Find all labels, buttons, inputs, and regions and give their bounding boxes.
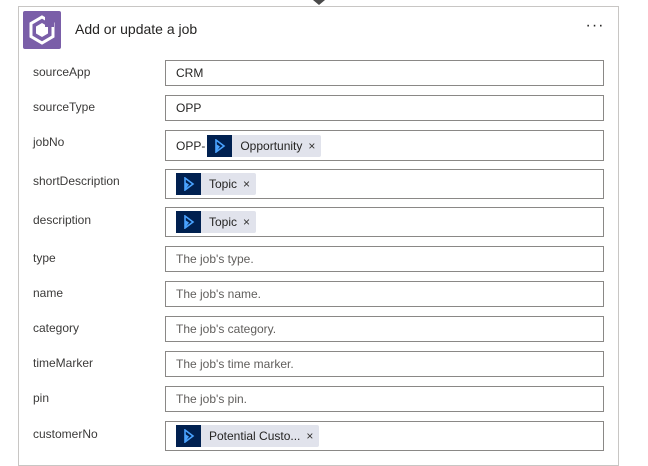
description-input[interactable]: Topic ×: [165, 207, 604, 237]
jobNo-prefix: OPP-: [176, 138, 206, 153]
field-label-category: category: [33, 321, 80, 335]
name-input[interactable]: The job's name.: [165, 281, 604, 307]
action-card: Add or update a job ··· sourceApp CRM so…: [18, 6, 619, 466]
customerNo-input[interactable]: Potential Custo... ×: [165, 421, 604, 451]
remove-token-icon[interactable]: ×: [306, 429, 319, 443]
field-label-sourceType: sourceType: [33, 100, 96, 114]
pin-placeholder: The job's pin.: [176, 392, 247, 406]
shortDescription-input[interactable]: Topic ×: [165, 169, 604, 199]
dynamics-icon: [176, 425, 201, 447]
field-label-sourceApp: sourceApp: [33, 65, 91, 79]
timeMarker-placeholder: The job's time marker.: [176, 357, 294, 371]
sourceApp-input[interactable]: CRM: [165, 60, 604, 86]
type-input[interactable]: The job's type.: [165, 246, 604, 272]
sourceApp-value: CRM: [176, 66, 204, 80]
field-label-customerNo: customerNo: [33, 427, 98, 441]
more-options-button[interactable]: ···: [582, 15, 608, 41]
remove-token-icon[interactable]: ×: [243, 177, 256, 191]
pin-input[interactable]: The job's pin.: [165, 386, 604, 412]
field-label-timeMarker: timeMarker: [33, 356, 94, 370]
field-label-shortDescription: shortDescription: [33, 174, 120, 188]
sourceType-value: OPP: [176, 101, 202, 115]
category-placeholder: The job's category.: [176, 322, 277, 336]
dynamic-content-token[interactable]: Opportunity ×: [207, 134, 322, 157]
token-label: Topic: [209, 177, 238, 191]
token-label: Potential Custo...: [209, 429, 301, 443]
field-label-description: description: [33, 213, 92, 227]
dynamic-content-token[interactable]: Potential Custo... ×: [176, 425, 320, 447]
remove-token-icon[interactable]: ×: [308, 139, 321, 153]
dynamics-icon: [207, 134, 233, 157]
remove-token-icon[interactable]: ×: [243, 215, 256, 229]
dynamic-content-token[interactable]: Topic ×: [176, 211, 257, 233]
field-label-jobNo: jobNo: [33, 135, 65, 149]
card-header[interactable]: Add or update a job ···: [19, 7, 618, 53]
name-placeholder: The job's name.: [176, 287, 262, 301]
dynamic-content-token[interactable]: Topic ×: [176, 173, 257, 195]
token-label: Opportunity: [240, 138, 303, 153]
field-label-pin: pin: [33, 391, 50, 405]
token-label: Topic: [209, 215, 238, 229]
sourceType-input[interactable]: OPP: [165, 95, 604, 121]
connector-logo-icon: [23, 11, 61, 49]
dynamics-icon: [176, 211, 201, 233]
field-label-type: type: [33, 251, 56, 265]
flow-connector-arrow: [313, 0, 325, 5]
type-placeholder: The job's type.: [176, 252, 254, 266]
card-title: Add or update a job: [75, 21, 198, 37]
dynamics-icon: [176, 173, 201, 195]
field-label-name: name: [33, 286, 64, 300]
jobNo-input[interactable]: OPP- Opportunity ×: [165, 130, 604, 161]
category-input[interactable]: The job's category.: [165, 316, 604, 342]
timeMarker-input[interactable]: The job's time marker.: [165, 351, 604, 377]
